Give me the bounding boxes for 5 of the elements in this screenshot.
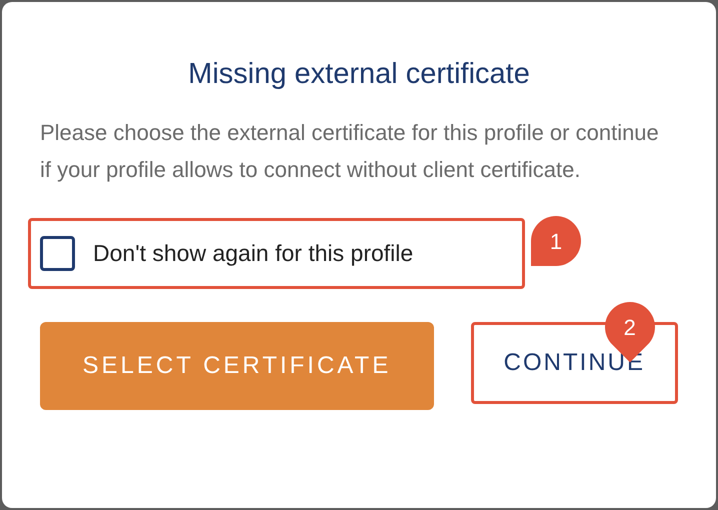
- dialog-title: Missing external certificate: [188, 57, 530, 92]
- dialog-message: Please choose the external certificate for this profile or continue if your profile allows to connect without client certificate.: [40, 119, 660, 184]
- annotation-marker: 1: [531, 216, 581, 266]
- checkbox[interactable]: [40, 236, 75, 271]
- checkbox-label: Don't show again for this profile: [93, 239, 414, 268]
